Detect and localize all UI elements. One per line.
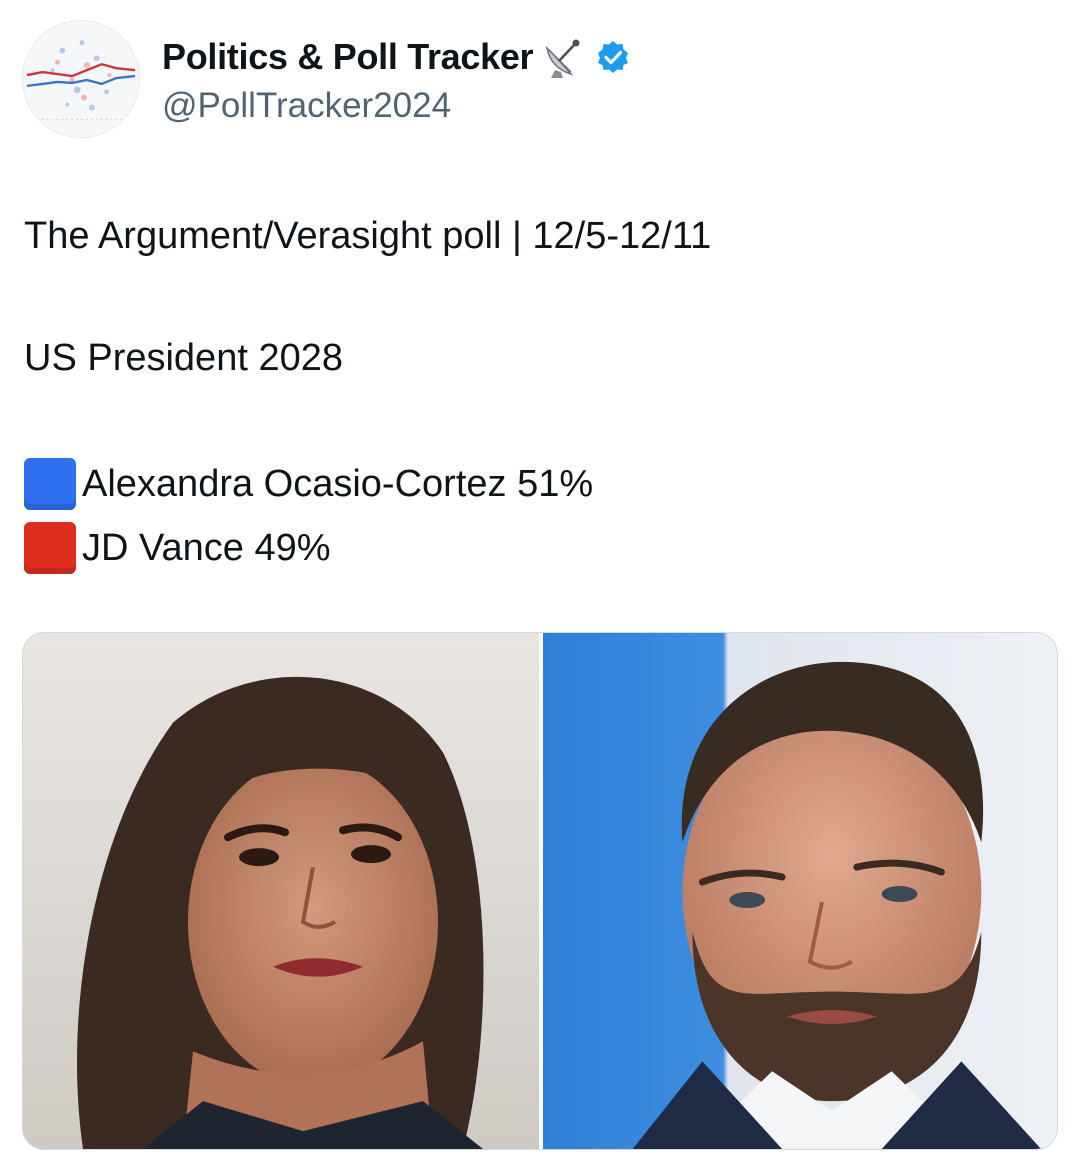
portrait-left-photo[interactable] (23, 633, 539, 1149)
verified-badge-icon[interactable] (595, 39, 631, 75)
candidate-result: Alexandra Ocasio-Cortez 51% (82, 462, 594, 505)
media-attachment[interactable] (22, 632, 1058, 1150)
candidate-row: JD Vance 49% (24, 522, 331, 574)
poll-source-line: The Argument/Verasight poll | 12/5-12/11 (24, 215, 712, 257)
portrait-right-photo[interactable] (543, 633, 1057, 1149)
red-square-icon (24, 522, 76, 574)
display-name[interactable]: Politics & Poll Tracker (162, 36, 534, 78)
poll-chart-logo (23, 21, 139, 137)
tweet: Politics & Poll Tracker @PollTracker2024… (0, 0, 1080, 1168)
display-name-row: Politics & Poll Tracker (162, 34, 631, 80)
race-title: US President 2028 (24, 337, 343, 379)
avatar[interactable] (22, 20, 140, 138)
candidate-result: JD Vance 49% (82, 526, 331, 569)
candidate-row: Alexandra Ocasio-Cortez 51% (24, 458, 593, 510)
blue-square-icon (24, 458, 76, 510)
handle[interactable]: @PollTracker2024 (162, 86, 451, 126)
satellite-dish-icon (541, 34, 587, 80)
